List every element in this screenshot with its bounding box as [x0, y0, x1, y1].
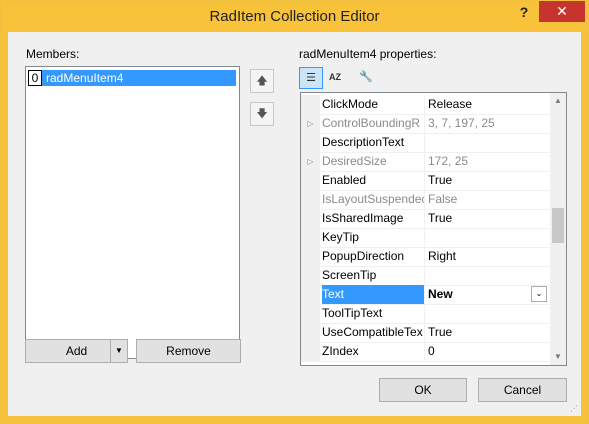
property-name: ZIndex [322, 342, 425, 361]
property-name: ControlBoundingR [322, 114, 425, 133]
close-button[interactable]: ✕ [539, 1, 585, 22]
property-value[interactable]: Right [428, 247, 548, 266]
property-row[interactable]: ▷ ControlBoundingR 3, 7, 197, 25 [301, 114, 550, 134]
property-value: 3, 7, 197, 25 [428, 116, 495, 130]
add-dropdown-icon[interactable]: ▼ [110, 340, 127, 362]
property-name: DescriptionText [322, 133, 425, 152]
move-down-button[interactable]: 🡇 [250, 102, 274, 126]
dialog-client-area: Members: 0 radMenuItem4 🡅 🡇 Add ▼ Remove… [8, 32, 581, 416]
chevron-down-icon[interactable]: ⌄ [531, 286, 547, 302]
row-gutter [301, 323, 320, 342]
expand-icon[interactable]: ▷ [301, 114, 320, 133]
property-name: PopupDirection [322, 247, 425, 266]
property-value[interactable] [428, 228, 548, 247]
arrow-down-icon: 🡇 [256, 108, 268, 120]
remove-button[interactable]: Remove [136, 339, 241, 363]
resize-grip-icon[interactable]: ⋰ [570, 404, 580, 414]
member-index: 0 [28, 70, 42, 86]
property-value[interactable]: True [428, 171, 548, 190]
property-value[interactable]: Release [428, 95, 548, 114]
property-name: IsLayoutSuspendec [322, 190, 425, 209]
row-gutter [301, 209, 320, 228]
property-row-selected[interactable]: Text New ⌄ [301, 285, 550, 305]
scroll-up-icon[interactable]: ▲ [550, 93, 566, 109]
property-value[interactable]: True [428, 209, 548, 228]
property-row[interactable]: ClickMode Release [301, 95, 550, 115]
property-value[interactable]: 0 [428, 342, 548, 361]
row-gutter [301, 95, 320, 114]
property-name: Enabled [322, 171, 425, 190]
move-up-button[interactable]: 🡅 [250, 69, 274, 93]
property-name: DesiredSize [322, 152, 425, 171]
title-bar[interactable]: RadItem Collection Editor ? ✕ [1, 1, 588, 32]
property-name: IsSharedImage [322, 209, 425, 228]
members-list[interactable]: 0 radMenuItem4 [25, 66, 240, 359]
property-row[interactable]: ScreenTip [301, 266, 550, 286]
expand-icon[interactable]: ▷ [301, 152, 320, 171]
ok-button[interactable]: OK [379, 378, 467, 402]
property-grid-scrollbar[interactable]: ▲ ▼ [550, 93, 566, 365]
property-name: ToolTipText [322, 304, 425, 323]
arrow-up-icon: 🡅 [256, 75, 268, 87]
property-value: 172, 25 [428, 154, 469, 168]
wrench-icon[interactable]: 🔧 [355, 67, 377, 87]
property-value-input[interactable]: New [428, 285, 548, 304]
property-row[interactable]: IsLayoutSuspendec False [301, 190, 550, 210]
row-gutter [301, 228, 320, 247]
scroll-down-icon[interactable]: ▼ [550, 349, 566, 365]
properties-label: radMenuItem4 properties: [299, 47, 437, 61]
property-value[interactable] [428, 133, 548, 152]
add-button-label: Add [65, 344, 88, 358]
property-row[interactable]: IsSharedImage True [301, 209, 550, 229]
member-name: radMenuItem4 [46, 71, 124, 85]
cancel-button[interactable]: Cancel [478, 378, 567, 402]
property-name: KeyTip [322, 228, 425, 247]
property-name: ClickMode [322, 95, 425, 114]
row-gutter [301, 285, 320, 304]
property-row[interactable]: KeyTip [301, 228, 550, 248]
row-gutter [301, 342, 320, 361]
property-value[interactable] [428, 266, 548, 285]
property-value[interactable] [428, 304, 548, 323]
row-gutter [301, 304, 320, 323]
row-gutter [301, 133, 320, 152]
property-name: UseCompatibleTex [322, 323, 425, 342]
row-gutter [301, 247, 320, 266]
property-name: ScreenTip [322, 266, 425, 285]
property-row[interactable]: DescriptionText [301, 133, 550, 153]
property-value: False [428, 192, 458, 206]
collection-editor-window: RadItem Collection Editor ? ✕ Members: 0… [0, 0, 589, 424]
property-row[interactable]: PopupDirection Right [301, 247, 550, 267]
property-row[interactable]: ZIndex 0 [301, 342, 550, 362]
property-row[interactable]: ▷ DesiredSize 172, 25 [301, 152, 550, 172]
property-row[interactable]: ToolTipText [301, 304, 550, 324]
categorized-icon[interactable]: ☰ [299, 67, 323, 89]
scrollbar-thumb[interactable] [552, 208, 564, 243]
row-gutter [301, 266, 320, 285]
property-grid[interactable]: ClickMode Release ▷ ControlBoundingR 3, … [300, 92, 567, 366]
alphabetical-icon[interactable]: AZ [324, 67, 346, 87]
help-button[interactable]: ? [512, 4, 536, 24]
add-button[interactable]: Add ▼ [25, 339, 128, 363]
row-gutter [301, 190, 320, 209]
row-gutter [301, 171, 320, 190]
members-label: Members: [26, 47, 80, 61]
window-title: RadItem Collection Editor [209, 8, 380, 25]
property-row[interactable]: UseCompatibleTex True [301, 323, 550, 343]
list-item[interactable]: 0 radMenuItem4 [28, 70, 236, 86]
property-name: Text [322, 285, 425, 304]
property-value[interactable]: True [428, 323, 548, 342]
property-row[interactable]: Enabled True [301, 171, 550, 191]
